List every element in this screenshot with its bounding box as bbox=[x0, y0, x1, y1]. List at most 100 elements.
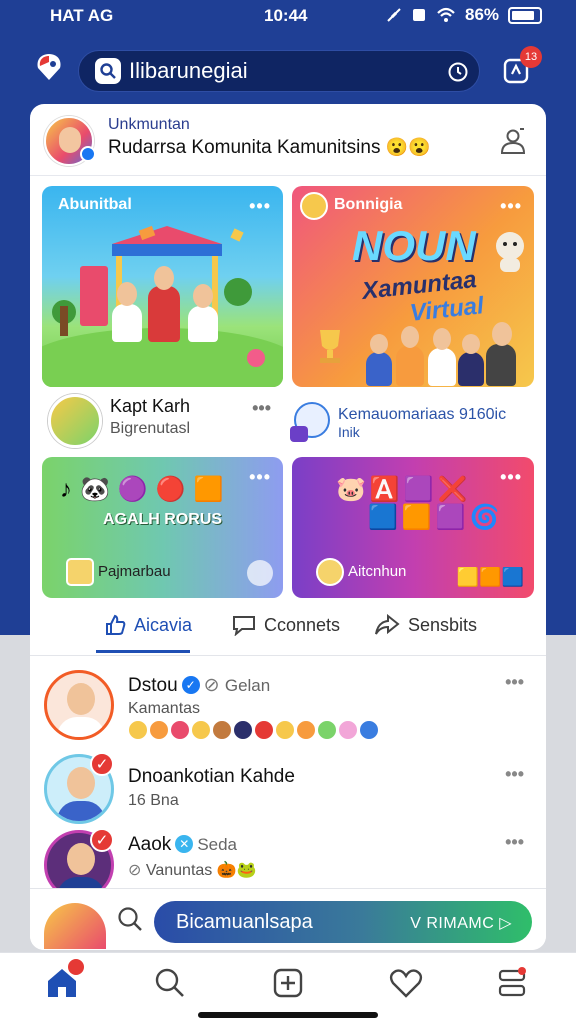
compose-placeholder: Bicamuanlsapa bbox=[176, 911, 313, 933]
search-bar[interactable] bbox=[78, 50, 480, 92]
tile-footer-text: Pajmarbau bbox=[98, 563, 171, 580]
more-options-icon[interactable]: ••• bbox=[500, 196, 522, 217]
person-figure bbox=[112, 304, 142, 342]
comment-composer: Bicamuanlsapa V RIMAMC ▷ bbox=[30, 888, 546, 950]
more-options-icon[interactable]: ••• bbox=[252, 398, 271, 419]
search-icon[interactable] bbox=[116, 905, 144, 933]
commenter-tag: Gelan bbox=[224, 676, 271, 695]
feed-card: Unkmuntan Rudarrsa Komunita Kamunitsins … bbox=[30, 104, 546, 950]
more-options-icon[interactable]: ••• bbox=[505, 832, 524, 853]
more-options-icon[interactable]: ••• bbox=[505, 672, 524, 693]
comment-text: 16 Bna bbox=[128, 792, 179, 809]
app-logo-icon[interactable] bbox=[34, 52, 64, 82]
checkmark-icon: ✓ bbox=[90, 752, 114, 776]
tab-create[interactable] bbox=[270, 965, 306, 1001]
active-tab-indicator bbox=[96, 650, 190, 653]
commenter-name: Aaok ✕ Seda bbox=[128, 834, 238, 855]
group-title-emojis: 😮😮 bbox=[385, 137, 431, 157]
share-button[interactable]: Sensbits bbox=[374, 614, 477, 636]
tab-activity[interactable] bbox=[388, 965, 424, 1001]
emoji-strip: 🟨🟧🟦 bbox=[456, 567, 524, 587]
clock-label: 10:44 bbox=[264, 6, 308, 25]
comment-text: Kamantas bbox=[128, 700, 201, 717]
tile-center-text: AGALH RORUS bbox=[102, 511, 223, 528]
media-tile-music[interactable]: ••• ♪🐼🟣🔴🟧 AGALH RORUS Pajmarbau bbox=[42, 457, 283, 598]
group-title-text: Rudarrsa Komunita Kamunitsins bbox=[108, 137, 381, 158]
more-options-icon[interactable]: ••• bbox=[505, 764, 524, 785]
tab-search[interactable] bbox=[152, 965, 188, 1001]
author-subtitle: Bigrenutasl bbox=[110, 420, 191, 437]
comment-text: ⊘ Vanuntas 🎃🐸 bbox=[128, 862, 257, 879]
art-stickers: 🐷🅰️🟪❌ bbox=[336, 476, 472, 503]
my-avatar[interactable] bbox=[44, 903, 106, 949]
search-icon bbox=[155, 968, 184, 997]
person-figure bbox=[148, 286, 180, 342]
notification-badge: 13 bbox=[520, 46, 542, 68]
battery-icon bbox=[508, 6, 543, 24]
group-title[interactable]: Rudarrsa Komunita Kamunitsins 😮😮 bbox=[108, 137, 431, 159]
status-bar: HAT AG 10:44 86% bbox=[0, 0, 576, 34]
reaction-strip[interactable] bbox=[128, 720, 379, 740]
carrier-label: HAT AG bbox=[50, 6, 114, 25]
commenter-tag: Seda bbox=[197, 835, 238, 854]
media-tile-virtual-event[interactable]: Bonnigia ••• NOUN Xamuntaa Virtual bbox=[292, 186, 534, 387]
home-badge-dot bbox=[68, 959, 84, 975]
checkmark-icon: ✓ bbox=[90, 828, 114, 852]
history-icon[interactable] bbox=[447, 61, 469, 83]
compose-submit-button[interactable]: V RIMAMC ▷ bbox=[410, 913, 512, 933]
commenter-name: Dnoankotian Kahde bbox=[128, 766, 295, 787]
tab-home[interactable] bbox=[44, 959, 84, 1001]
tile-footer-avatar bbox=[66, 558, 94, 586]
add-member-icon[interactable] bbox=[498, 126, 528, 156]
more-options-icon[interactable]: ••• bbox=[249, 467, 271, 488]
post-actions-bar: Aicavia Cconnets Sensbits bbox=[30, 606, 546, 656]
tab-menu[interactable] bbox=[494, 965, 530, 1001]
person-figure bbox=[188, 306, 218, 342]
person-figure bbox=[428, 348, 456, 386]
tile-footer-text: Aitcnhun bbox=[348, 563, 407, 580]
lte-icon bbox=[413, 9, 425, 21]
art-stickers-2: 🟦🟧🟪🌀 bbox=[368, 504, 504, 531]
wifi-icon bbox=[437, 7, 455, 22]
mascot-icon bbox=[496, 232, 524, 272]
media-tile-playground[interactable]: Abunitbal ••• bbox=[42, 186, 283, 387]
music-stickers: ♪🐼🟣🔴🟧 bbox=[60, 476, 232, 503]
share-icon bbox=[375, 614, 400, 635]
tile-author-row[interactable]: Kapt Karh Bigrenutasl ••• bbox=[42, 390, 283, 452]
like-button[interactable]: Aicavia bbox=[104, 614, 192, 636]
home-indicator bbox=[198, 1012, 378, 1018]
comment-row[interactable]: Dstou ✓ ⊘ Gelan Kamantas ••• bbox=[30, 660, 546, 740]
more-options-icon[interactable]: ••• bbox=[500, 467, 522, 488]
comment-row[interactable]: ✓ Dnoankotian Kahde 16 Bna ••• bbox=[30, 744, 546, 824]
heart-icon bbox=[389, 969, 423, 998]
person-figure bbox=[396, 346, 424, 386]
verified-icon: ✓ bbox=[181, 676, 200, 694]
link-icon: ⊘ bbox=[203, 675, 225, 696]
comment-button[interactable]: Cconnets bbox=[232, 614, 340, 636]
author-avatar[interactable] bbox=[48, 394, 102, 448]
thumbs-up-icon bbox=[106, 614, 126, 635]
person-figure bbox=[458, 352, 484, 386]
emoji-stickers: 🎃🐸 bbox=[216, 862, 257, 879]
commenter-avatar[interactable] bbox=[44, 670, 114, 740]
tile-author-avatar bbox=[300, 192, 328, 220]
commenter-name: Dstou ✓ ⊘ Gelan bbox=[128, 675, 271, 696]
comment-label: Cconnets bbox=[264, 614, 341, 635]
compose-input-pill[interactable]: Bicamuanlsapa V RIMAMC ▷ bbox=[154, 901, 532, 943]
battery-percent: 86% bbox=[465, 5, 500, 24]
person-figure bbox=[486, 344, 516, 386]
notifications-button[interactable]: 13 bbox=[500, 46, 542, 88]
menu-icon bbox=[498, 967, 526, 997]
trophy-icon bbox=[320, 330, 340, 363]
search-input[interactable] bbox=[129, 58, 449, 84]
like-icon[interactable] bbox=[247, 560, 273, 586]
group-header: Unkmuntan Rudarrsa Komunita Kamunitsins … bbox=[30, 104, 546, 176]
plus-square-icon bbox=[273, 968, 303, 998]
edit-icon: ⊘ bbox=[128, 862, 146, 879]
media-tile-art[interactable]: ••• 🐷🅰️🟪❌ 🟦🟧🟪🌀 Aitcnhun 🟨🟧🟦 bbox=[292, 457, 534, 598]
verified-icon: ✕ bbox=[175, 835, 194, 853]
person-figure bbox=[366, 352, 392, 386]
tile-meta-row[interactable]: Kemauomariaas 9160ic Inik bbox=[290, 390, 534, 452]
group-avatar[interactable] bbox=[44, 116, 96, 166]
poster-headline: NOUN bbox=[352, 222, 476, 269]
